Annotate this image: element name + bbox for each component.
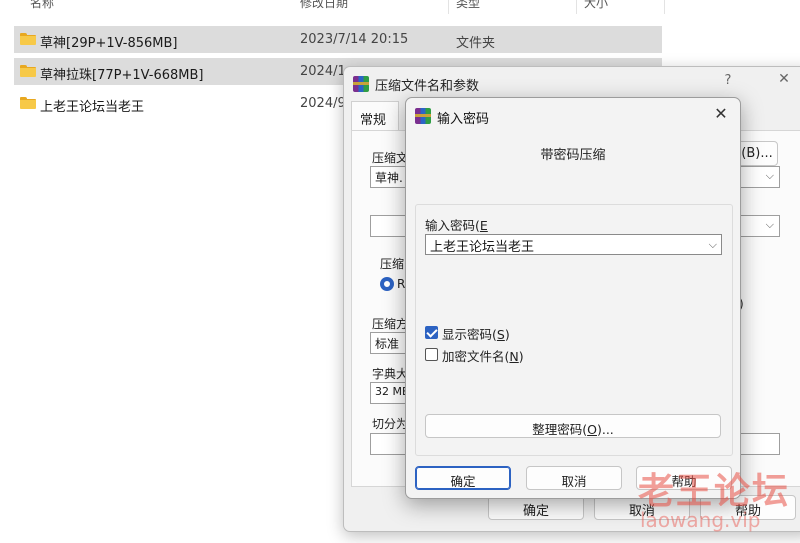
- compression-method-select[interactable]: 标准: [370, 332, 410, 354]
- file-row[interactable]: 草神[29P+1V-856MB] 2023/7/14 20:15 文件夹: [14, 26, 662, 53]
- update-mode-select[interactable]: ⌵: [740, 166, 780, 188]
- close-icon[interactable]: ✕: [710, 104, 732, 123]
- column-header-type[interactable]: 类型: [456, 0, 480, 14]
- file-name: 草神[29P+1V-856MB]: [40, 36, 178, 51]
- dialog-title: 压缩文件名和参数: [375, 79, 480, 94]
- profile-select[interactable]: ⌵: [740, 215, 780, 237]
- column-divider[interactable]: [576, 0, 577, 14]
- file-modified: 2024/1: [300, 64, 346, 79]
- browse-button[interactable]: (B)...: [736, 141, 778, 166]
- profile-button[interactable]: [370, 215, 410, 237]
- help-icon[interactable]: ?: [716, 73, 740, 88]
- archive-name-input[interactable]: 草神.: [370, 166, 410, 188]
- folder-icon: [20, 65, 36, 77]
- encrypt-filenames-checkbox[interactable]: [425, 348, 438, 361]
- tab-general[interactable]: 常规: [351, 101, 399, 131]
- cancel-button[interactable]: 取消: [526, 466, 622, 490]
- show-password-label[interactable]: 显示密码(S): [442, 324, 510, 343]
- compression-method-label: 压缩方: [372, 317, 409, 331]
- dialog-heading: 带密码压缩: [540, 148, 606, 163]
- folder-icon: [20, 97, 36, 109]
- show-password-checkbox[interactable]: [425, 326, 438, 339]
- encrypt-filenames-label[interactable]: 加密文件名(N): [442, 346, 524, 365]
- close-icon[interactable]: ✕: [772, 71, 796, 87]
- file-type: 文件夹: [456, 36, 496, 51]
- dictionary-select[interactable]: 32 MB: [370, 382, 410, 404]
- ok-button[interactable]: 确定: [415, 466, 511, 490]
- column-divider[interactable]: [448, 0, 449, 14]
- winrar-icon: [415, 108, 431, 124]
- winrar-icon: [353, 76, 369, 92]
- split-volume-input[interactable]: [370, 433, 410, 455]
- folder-icon: [20, 33, 36, 45]
- format-group-label: 压缩: [380, 257, 405, 271]
- file-name: 上老王论坛当老王: [40, 100, 145, 115]
- split-label: 切分为: [372, 417, 409, 431]
- archive-name-label: 压缩文: [372, 151, 409, 165]
- column-header-modified[interactable]: 修改日期: [300, 0, 348, 14]
- file-modified: 2024/9: [300, 96, 346, 111]
- right-field[interactable]: [740, 433, 780, 455]
- password-label: 输入密码(E: [425, 218, 488, 233]
- column-header-size[interactable]: 大小: [584, 0, 608, 14]
- password-input[interactable]: 上老王论坛当老王 ⌵: [425, 234, 722, 255]
- file-modified: 2023/7/14 20:15: [300, 32, 409, 47]
- watermark-url: laowang.vip: [640, 508, 761, 532]
- column-divider[interactable]: [664, 0, 665, 14]
- file-name: 草神拉珠[77P+1V-668MB]: [40, 68, 204, 83]
- organize-passwords-button[interactable]: 整理密码(O)...: [425, 414, 721, 438]
- password-value: 上老王论坛当老王: [430, 240, 535, 255]
- chevron-down-icon: ⌵: [765, 169, 774, 182]
- chevron-down-icon: ⌵: [765, 218, 774, 231]
- dialog-title: 输入密码: [437, 112, 490, 127]
- chevron-down-icon[interactable]: ⌵: [709, 238, 717, 252]
- column-header-name[interactable]: 名称: [30, 0, 54, 14]
- dictionary-label: 字典大: [372, 367, 409, 381]
- password-dialog: 输入密码 ✕ 带密码压缩 输入密码(E 上老王论坛当老王 ⌵ 显示密码(S) 加…: [405, 97, 741, 499]
- radio-rar[interactable]: [380, 277, 394, 291]
- watermark-logo: 老王论坛: [638, 471, 791, 512]
